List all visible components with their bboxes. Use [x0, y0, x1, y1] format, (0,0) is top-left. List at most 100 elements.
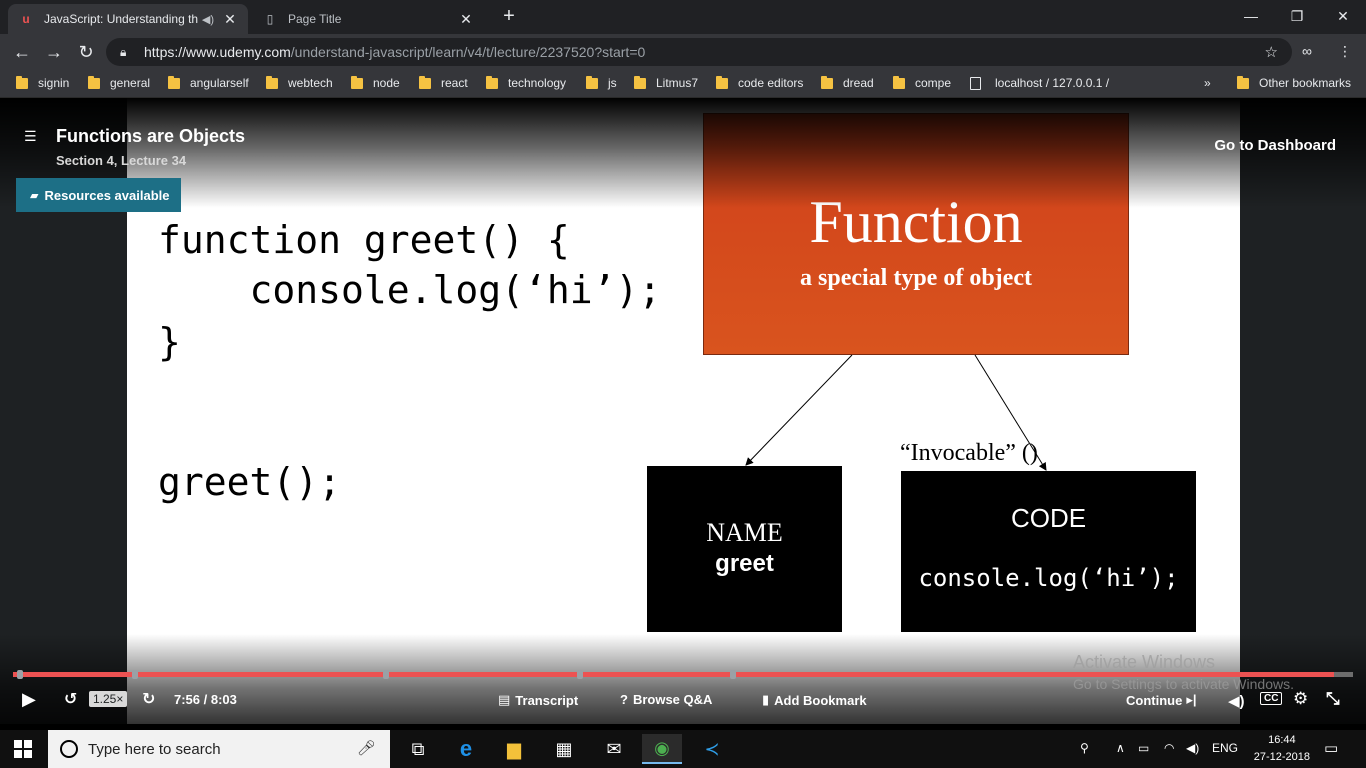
continue-label: Continue: [1126, 692, 1183, 708]
wifi-icon[interactable]: ◠: [1164, 741, 1174, 755]
close-tab-icon[interactable]: ✕: [458, 11, 474, 28]
bookmark-folder[interactable]: angularself: [168, 75, 249, 90]
progress-bar[interactable]: [13, 670, 1353, 679]
bookmark-label: react: [441, 76, 468, 90]
speaker-icon[interactable]: ◀): [202, 13, 214, 26]
bookmark-folder[interactable]: technology: [486, 75, 566, 90]
taskbar-search[interactable]: Type here to search 🎤︎: [48, 730, 390, 768]
bookmark-label: js: [608, 76, 617, 90]
tab-udemy[interactable]: u JavaScript: Understanding th ◀) ✕: [8, 4, 248, 34]
people-icon[interactable]: ⚲: [1080, 741, 1089, 755]
bookmark-folder[interactable]: js: [586, 75, 617, 90]
folder-icon: [486, 75, 498, 89]
edge-icon[interactable]: e: [446, 734, 486, 764]
bookmark-page[interactable]: localhost / 127.0.0.1 /: [970, 76, 1109, 90]
bookmarks-overflow-icon[interactable]: »: [1204, 76, 1211, 90]
close-window-icon[interactable]: ✕: [1320, 2, 1366, 30]
new-tab-icon[interactable]: +: [498, 6, 520, 28]
lock-icon[interactable]: 🔒︎: [120, 45, 134, 60]
task-view-icon[interactable]: ⧉: [398, 734, 438, 764]
continue-button[interactable]: Continue ▸|: [1126, 692, 1197, 708]
extension-icon[interactable]: ∞: [1302, 43, 1312, 59]
screen: u JavaScript: Understanding th ◀) ✕ ▯ Pa…: [0, 0, 1366, 768]
windows-start-icon[interactable]: [14, 740, 32, 758]
lecture-title: Functions are Objects: [56, 126, 246, 146]
code-line-2: console.log(‘hi’);: [158, 268, 662, 312]
microphone-icon[interactable]: 🎤︎: [357, 739, 376, 757]
folder-icon: [1237, 75, 1249, 89]
clock-time: 16:44: [1268, 734, 1296, 746]
close-tab-icon[interactable]: ✕: [222, 11, 238, 28]
language-indicator[interactable]: ENG: [1212, 741, 1238, 755]
menu-kebab-icon[interactable]: ⋮: [1338, 43, 1352, 60]
folder-icon: [821, 75, 833, 89]
bookmark-label: dread: [843, 76, 874, 90]
bookmark-folder[interactable]: signin: [16, 75, 69, 90]
clock[interactable]: 16:44 27-12-2018: [1254, 732, 1310, 766]
activate-windows-title: Activate Windows: [1073, 652, 1216, 672]
file-explorer-icon[interactable]: ▆: [494, 734, 534, 764]
tray-chevron-icon[interactable]: ∧: [1116, 741, 1125, 755]
fullscreen-icon[interactable]: ⤡: [1326, 689, 1340, 709]
rewind-icon[interactable]: ↺: [64, 689, 77, 709]
clock-date: 27-12-2018: [1253, 751, 1310, 763]
time-display: 7:56 / 8:03: [174, 692, 237, 707]
speaker-tray-icon[interactable]: ◀): [1186, 741, 1199, 755]
folder-icon: [16, 75, 28, 89]
curriculum-list-icon[interactable]: ☰: [24, 129, 38, 143]
other-bookmarks[interactable]: Other bookmarks: [1237, 75, 1351, 90]
folder-icon: [716, 75, 728, 89]
bookmark-folder[interactable]: react: [419, 75, 468, 90]
bookmark-folder[interactable]: general: [88, 75, 150, 90]
tab-title: JavaScript: Understanding th: [44, 12, 199, 26]
chapter-marker[interactable]: [577, 670, 583, 679]
code-line-3: }: [158, 320, 181, 364]
bookmark-star-icon[interactable]: ☆: [1265, 43, 1278, 61]
bookmark-folder[interactable]: Litmus7: [634, 75, 698, 90]
notifications-icon[interactable]: ▭: [1324, 739, 1338, 757]
chrome-icon[interactable]: ◉: [642, 734, 682, 764]
dashboard-link[interactable]: Go to Dashboard: [1214, 137, 1336, 154]
top-overlay: [0, 98, 1366, 208]
forward-skip-icon[interactable]: ↻: [142, 689, 155, 709]
chapter-marker[interactable]: [17, 670, 23, 679]
bookmark-folder[interactable]: dread: [821, 75, 874, 90]
add-bookmark-button[interactable]: ▮ Add Bookmark: [762, 692, 867, 708]
captions-button[interactable]: CC: [1260, 692, 1283, 705]
forward-icon[interactable]: →: [42, 40, 66, 64]
name-label: NAME: [706, 518, 783, 547]
chapter-marker[interactable]: [383, 670, 389, 679]
video-player[interactable]: function greet() { console.log(‘hi’); } …: [0, 98, 1366, 724]
address-bar[interactable]: 🔒︎ https://www.udemy.com/understand-java…: [106, 38, 1292, 66]
restore-icon[interactable]: ❐: [1274, 2, 1320, 30]
minimize-icon[interactable]: —: [1228, 2, 1274, 30]
settings-gear-icon[interactable]: ⚙: [1293, 689, 1308, 709]
bookmark-folder[interactable]: code editors: [716, 75, 803, 90]
bookmark-folder[interactable]: compe: [893, 75, 951, 90]
tab-page-title[interactable]: ▯ Page Title ✕: [252, 4, 484, 34]
browse-qa-button[interactable]: ? Browse Q&A: [620, 692, 712, 707]
chapter-marker[interactable]: [132, 670, 138, 679]
udemy-favicon-icon: u: [22, 12, 30, 26]
back-icon[interactable]: ←: [10, 40, 34, 64]
store-icon[interactable]: ▦: [544, 734, 584, 764]
bookmark-folder[interactable]: node: [351, 75, 400, 90]
chapter-marker[interactable]: [730, 670, 736, 679]
reload-icon[interactable]: ↻: [74, 40, 98, 64]
volume-icon[interactable]: ◀): [1228, 692, 1245, 710]
vscode-icon[interactable]: ≺: [692, 734, 732, 764]
bookmark-folder[interactable]: webtech: [266, 75, 333, 90]
playback-rate-button[interactable]: 1.25×: [89, 691, 128, 707]
battery-icon[interactable]: ▭: [1138, 741, 1149, 755]
folder-open-icon: ▰: [30, 189, 39, 202]
mail-icon[interactable]: ✉: [594, 734, 634, 764]
rate-label: 1.25×: [89, 691, 128, 707]
code-call-line: greet();: [158, 460, 342, 504]
bookmark-label: node: [373, 76, 400, 90]
play-icon[interactable]: ▶: [22, 689, 36, 710]
player-controls: ▶ ↺ 1.25× ↻ 7:56 / 8:03 ▤ Transcript ? Bro…: [0, 686, 1366, 716]
bookmark-label: webtech: [288, 76, 333, 90]
resources-button[interactable]: ▰ Resources available: [16, 178, 181, 212]
transcript-button[interactable]: ▤ Transcript: [498, 692, 578, 708]
transcript-label: Transcript: [515, 692, 579, 708]
